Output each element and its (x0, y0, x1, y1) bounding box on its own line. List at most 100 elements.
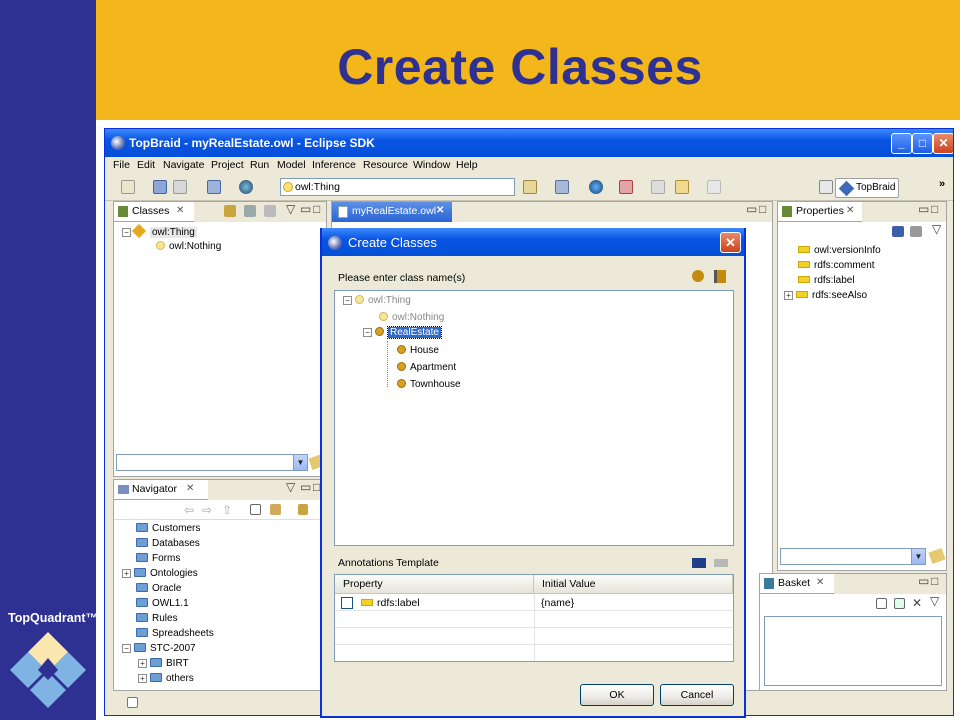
list-item[interactable]: owl:versionInfo (798, 245, 881, 256)
tree-node-house[interactable]: House (397, 345, 439, 356)
back-arrow-icon[interactable] (675, 180, 689, 194)
list-item[interactable]: + rdfs:seeAlso (784, 290, 867, 301)
tree-node-owl-thing[interactable]: − owl:Thing (122, 223, 197, 239)
close-icon[interactable]: ✕ (816, 577, 824, 588)
add-class-icon[interactable] (692, 270, 704, 282)
list-item[interactable]: Rules (136, 613, 178, 624)
list-item[interactable]: rdfs:label (798, 275, 855, 286)
properties-filter-combo[interactable]: ▼ (780, 548, 926, 565)
home-icon[interactable] (523, 180, 537, 194)
tab-navigator[interactable]: Navigator ✕ (114, 480, 208, 500)
clear-basket-icon[interactable]: ✕ (912, 596, 922, 610)
save-icon[interactable] (153, 180, 167, 194)
collapse-icon[interactable]: − (122, 644, 131, 653)
view-menu-icon[interactable]: ▽ (932, 222, 941, 236)
menu-model[interactable]: Model (277, 159, 306, 171)
maximize-view-icon[interactable]: □ (759, 202, 766, 216)
run-icon[interactable] (589, 180, 603, 194)
initial-value-cell[interactable]: {name} (541, 597, 574, 609)
add-property-icon[interactable] (892, 226, 904, 237)
tree-node-owl-nothing[interactable]: owl:Nothing (379, 312, 444, 323)
column-header-initial-value[interactable]: Initial Value (534, 575, 733, 594)
tab-basket[interactable]: Basket ✕ (760, 574, 834, 594)
list-item[interactable]: Customers (136, 523, 200, 534)
list-item[interactable]: + others (138, 673, 194, 684)
minimize-view-icon[interactable]: ▭ (300, 480, 311, 494)
list-item[interactable]: Spreadsheets (136, 628, 214, 639)
close-icon[interactable]: ✕ (186, 483, 194, 494)
minimize-view-icon[interactable]: ▭ (918, 202, 929, 216)
new-icon[interactable] (121, 180, 135, 194)
add-annotation-icon[interactable] (692, 558, 706, 568)
menu-run[interactable]: Run (250, 159, 269, 171)
cancel-button[interactable]: Cancel (660, 684, 734, 706)
maximize-view-icon[interactable]: □ (931, 574, 938, 588)
back-arrow-icon[interactable]: ⇦ (184, 503, 194, 517)
window-close-icon[interactable]: ✕ (933, 133, 953, 154)
list-item[interactable]: Databases (136, 538, 200, 549)
minimize-icon[interactable]: _ (891, 133, 912, 154)
stop-icon[interactable] (619, 180, 633, 194)
menu-project[interactable]: Project (211, 159, 244, 171)
filter-pencil-icon[interactable] (928, 547, 946, 565)
list-item[interactable]: Forms (136, 553, 180, 564)
tree-node-townhouse[interactable]: Townhouse (397, 379, 461, 390)
list-item[interactable]: − STC-2007 (122, 643, 196, 654)
tree-node-apartment[interactable]: Apartment (397, 362, 456, 373)
menu-edit[interactable]: Edit (137, 159, 155, 171)
forward-arrow-icon[interactable] (707, 180, 721, 194)
fast-view-icon[interactable] (127, 697, 138, 708)
chevron-down-icon[interactable]: ▼ (911, 549, 925, 564)
close-icon[interactable]: ✕ (846, 205, 854, 216)
expand-icon[interactable]: + (138, 659, 147, 668)
dialog-close-icon[interactable]: ✕ (720, 232, 741, 253)
add-subclass-icon[interactable] (714, 270, 726, 283)
menu-resource[interactable]: Resource (363, 159, 408, 171)
tab-properties[interactable]: Properties ✕ (778, 202, 862, 222)
expand-icon[interactable]: + (138, 674, 147, 683)
add-subclass-icon[interactable] (244, 205, 256, 217)
collapse-all-icon[interactable] (250, 504, 261, 515)
up-icon[interactable]: ⇧ (222, 503, 232, 517)
import-icon[interactable] (555, 180, 569, 194)
link-editor-icon[interactable] (270, 504, 281, 515)
minimize-view-icon[interactable]: ▭ (746, 202, 757, 216)
view-menu-icon[interactable]: ▽ (286, 202, 295, 216)
more-perspectives-chevron[interactable]: » (939, 178, 945, 190)
open-perspective-icon[interactable] (819, 180, 833, 194)
list-item[interactable]: + BIRT (138, 658, 189, 669)
menu-navigate[interactable]: Navigate (163, 159, 204, 171)
select-all-icon[interactable] (894, 598, 905, 609)
chevron-down-icon[interactable]: ▼ (293, 455, 307, 470)
menu-inference[interactable]: Inference (312, 159, 356, 171)
add-class-icon[interactable] (224, 205, 236, 217)
ok-button[interactable]: OK (580, 684, 654, 706)
menu-file[interactable]: File (113, 159, 130, 171)
tab-classes[interactable]: Classes ✕ (114, 202, 194, 222)
basket-list[interactable] (764, 616, 942, 686)
list-item[interactable]: rdfs:comment (798, 260, 875, 271)
tree-node-owl-thing[interactable]: − owl:Thing (343, 295, 411, 306)
menu-window[interactable]: Window (413, 159, 450, 171)
column-header-property[interactable]: Property (335, 575, 534, 594)
maximize-view-icon[interactable]: □ (313, 202, 320, 216)
collapse-all-icon[interactable] (876, 598, 887, 609)
minimize-view-icon[interactable]: ▭ (300, 202, 311, 216)
class-tree[interactable]: − owl:Thing owl:Nothing − RealEstate House… (334, 290, 734, 546)
topbraid-perspective-button[interactable]: TopBraid (835, 178, 899, 198)
delete-property-icon[interactable] (910, 226, 922, 237)
undo-icon[interactable] (651, 180, 665, 194)
row-checkbox[interactable] (341, 597, 353, 609)
menu-help[interactable]: Help (456, 159, 478, 171)
tree-node-owl-nothing[interactable]: owl:Nothing (156, 241, 221, 252)
resource-combo[interactable]: owl:Thing (280, 178, 515, 196)
expand-icon[interactable]: + (122, 569, 131, 578)
list-item[interactable]: Oracle (136, 583, 181, 594)
maximize-view-icon[interactable]: □ (931, 202, 938, 216)
close-icon[interactable]: ✕ (176, 205, 184, 216)
classes-filter-combo[interactable]: ▼ (116, 454, 308, 471)
collapse-icon[interactable]: − (363, 328, 372, 337)
collapse-icon[interactable]: − (122, 228, 131, 237)
print-icon[interactable] (173, 180, 187, 194)
tab-myrealestate-owl[interactable]: myRealEstate.owl ✕ (332, 202, 452, 222)
